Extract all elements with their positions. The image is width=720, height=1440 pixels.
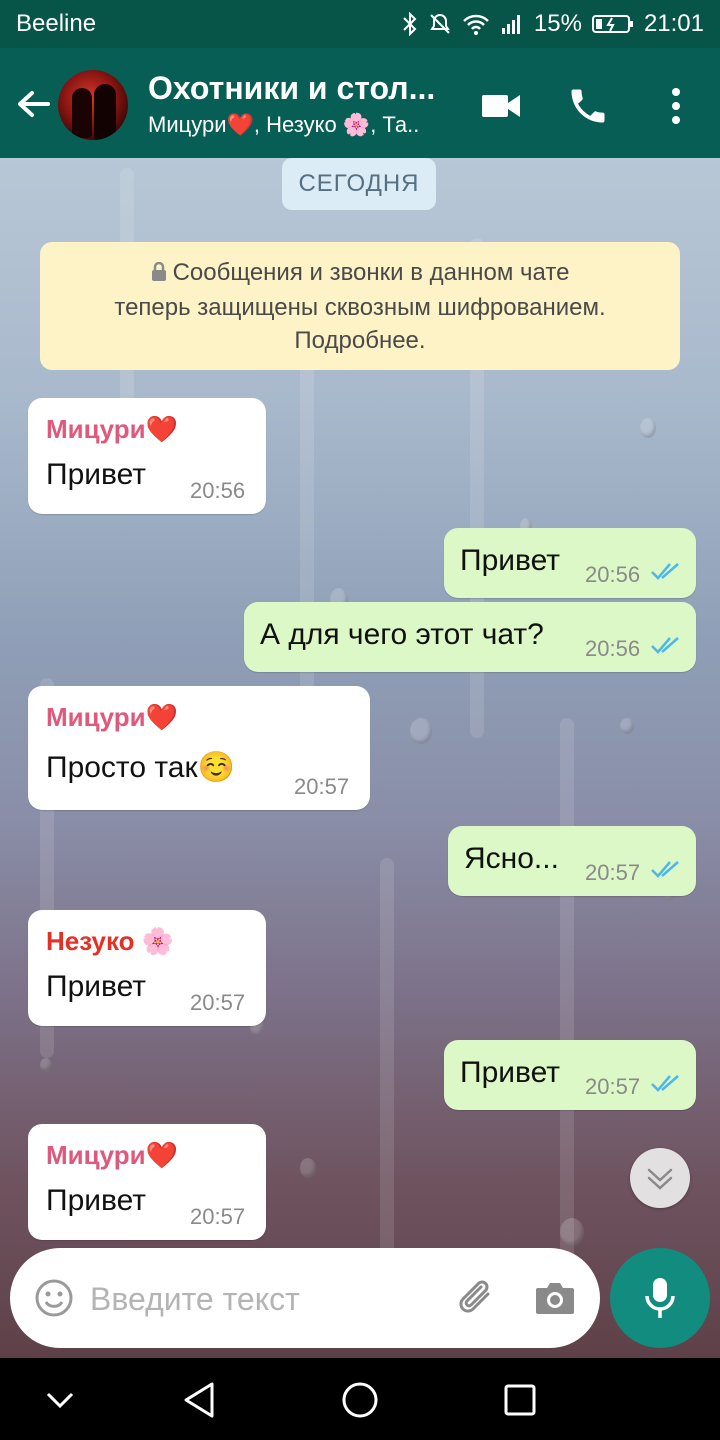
- status-icons: 15% 21:01: [402, 10, 704, 38]
- status-bar: Beeline 15% 21:01: [0, 0, 720, 48]
- emoji-icon[interactable]: [34, 1278, 74, 1323]
- message-time: 20:56: [585, 636, 641, 661]
- more-vertical-icon: [672, 88, 680, 124]
- read-receipt-icon: [651, 563, 679, 580]
- outgoing-message[interactable]: Привет 20:57: [444, 1040, 696, 1110]
- avatar[interactable]: [58, 70, 128, 140]
- message-text: Привет: [460, 1056, 561, 1089]
- system-navigation-bar: [0, 1358, 720, 1440]
- outgoing-message[interactable]: Ясно... 20:57: [448, 826, 696, 896]
- message-time: 20:57: [190, 990, 246, 1015]
- read-receipt-icon: [651, 637, 679, 654]
- message-sender: Незуко 🌸: [46, 926, 175, 956]
- encryption-learn-more[interactable]: Подробнее.: [40, 324, 680, 357]
- voice-message-button[interactable]: [610, 1248, 710, 1348]
- message-text: Привет: [460, 544, 561, 577]
- message-text: А для чего этот чат?: [260, 618, 544, 651]
- video-call-icon: [482, 95, 520, 117]
- message-time: 20:57: [294, 774, 350, 799]
- nav-recents-icon: [504, 1384, 536, 1416]
- message-time: 20:56: [585, 562, 641, 587]
- outgoing-message[interactable]: Привет 20:56: [444, 528, 696, 598]
- mic-icon: [645, 1278, 675, 1318]
- phone-icon: [571, 89, 605, 123]
- lock-icon: [151, 258, 167, 291]
- message-composer: [10, 1248, 600, 1348]
- nav-back-icon: [184, 1382, 214, 1418]
- message-time: 20:57: [585, 1074, 641, 1099]
- incoming-message[interactable]: Мицури❤️ Просто так☺️ 20:57: [28, 686, 370, 810]
- nav-recents-button[interactable]: [498, 1378, 542, 1422]
- message-sender: Мицури❤️: [46, 702, 178, 732]
- message-sender: Мицури❤️: [46, 414, 178, 444]
- message-text: Ясно...: [464, 842, 559, 875]
- clock: 21:01: [643, 10, 704, 37]
- date-divider: СЕГОДНЯ: [282, 158, 436, 210]
- battery-charging-icon: [591, 12, 634, 36]
- chat-title[interactable]: Охотники и стол...: [148, 70, 435, 107]
- encryption-notice[interactable]: Сообщения и звонки в данном чате теперь …: [40, 242, 680, 370]
- nav-home-button[interactable]: [338, 1378, 382, 1422]
- nav-back-button[interactable]: [178, 1378, 222, 1422]
- attach-icon[interactable]: [454, 1276, 498, 1325]
- signal-icon: [500, 12, 524, 36]
- wifi-icon: [462, 12, 490, 36]
- read-receipt-icon: [651, 861, 679, 878]
- message-sender: Мицури❤️: [46, 1140, 178, 1170]
- camera-icon[interactable]: [534, 1278, 576, 1323]
- chat-participants[interactable]: Мицури❤️, Незуко 🌸, Та..: [148, 112, 419, 138]
- read-receipt-icon: [651, 1075, 679, 1092]
- battery-percent: 15%: [533, 10, 582, 37]
- scroll-to-bottom-button[interactable]: [630, 1148, 690, 1208]
- chat-header: Охотники и стол... Мицури❤️, Незуко 🌸, Т…: [0, 48, 720, 158]
- message-time: 20:57: [585, 860, 641, 885]
- hide-keyboard-button[interactable]: [38, 1378, 82, 1422]
- back-button[interactable]: [14, 84, 54, 124]
- chat-messages-area[interactable]: СЕГОДНЯ Сообщения и звонки в данном чате…: [0, 158, 720, 1358]
- bluetooth-icon: [402, 12, 418, 36]
- message-text: Просто так☺️: [46, 751, 235, 784]
- message-text: Привет: [46, 1184, 147, 1217]
- chevron-down-icon: [46, 1392, 74, 1409]
- nav-home-icon: [342, 1382, 378, 1418]
- outgoing-message[interactable]: А для чего этот чат? 20:56: [244, 602, 696, 672]
- incoming-message[interactable]: Незуко 🌸 Привет 20:57: [28, 910, 266, 1026]
- message-text: Привет: [46, 458, 147, 491]
- encryption-line-2: теперь защищены сквозным шифрованием.: [114, 294, 606, 321]
- more-options-button[interactable]: [654, 84, 698, 128]
- video-call-button[interactable]: [480, 84, 524, 128]
- message-text: Привет: [46, 970, 147, 1003]
- voice-call-button[interactable]: [566, 84, 610, 128]
- double-chevron-down-icon: [647, 1168, 673, 1190]
- message-input[interactable]: [88, 1272, 432, 1326]
- incoming-message[interactable]: Мицури❤️ Привет 20:57: [28, 1124, 266, 1240]
- mute-icon: [428, 12, 452, 36]
- message-time: 20:56: [190, 478, 246, 503]
- back-arrow-icon: [18, 91, 50, 117]
- carrier-name: Beeline: [16, 10, 97, 37]
- encryption-line-1: Сообщения и звонки в данном чате: [40, 256, 680, 291]
- message-time: 20:57: [190, 1204, 246, 1229]
- incoming-message[interactable]: Мицури❤️ Привет 20:56: [28, 398, 266, 514]
